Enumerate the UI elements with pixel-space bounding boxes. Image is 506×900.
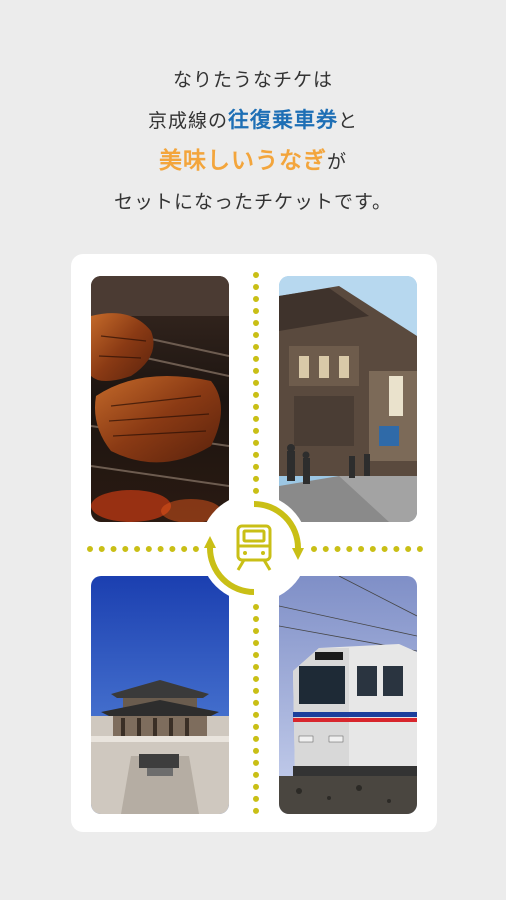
divider-horizontal-left <box>87 546 199 552</box>
headline-line-3-suffix: が <box>326 151 347 173</box>
photo-collage-card <box>71 254 437 832</box>
delicious-eel-highlight: 美味しいうなぎ <box>158 148 327 174</box>
grilled-eel-photo <box>91 276 229 522</box>
old-street-photo <box>279 276 417 522</box>
headline-line-1: なりたうなチケは <box>172 69 333 91</box>
headline-line-4: セットになったチケットです。 <box>113 191 393 213</box>
headline-line-2: 京成線の往復乗車券と <box>0 100 506 141</box>
center-badge <box>200 494 308 602</box>
headline-line-2-prefix: 京成線の <box>147 110 228 132</box>
naritasan-temple-photo <box>91 576 229 814</box>
headline-line-3: 美味しいうなぎが <box>0 141 506 182</box>
train-cycle-icon <box>204 501 304 595</box>
round-trip-ticket-highlight: 往復乗車券 <box>228 108 338 132</box>
divider-vertical-bottom <box>253 604 261 814</box>
headline-line-2-suffix: と <box>338 110 359 132</box>
divider-vertical-top <box>253 272 261 494</box>
keisei-train-photo <box>279 576 417 814</box>
divider-horizontal-right <box>311 546 423 552</box>
headline: なりたうなチケは 京成線の往復乗車券と 美味しいうなぎが セットになったチケット… <box>0 60 506 222</box>
